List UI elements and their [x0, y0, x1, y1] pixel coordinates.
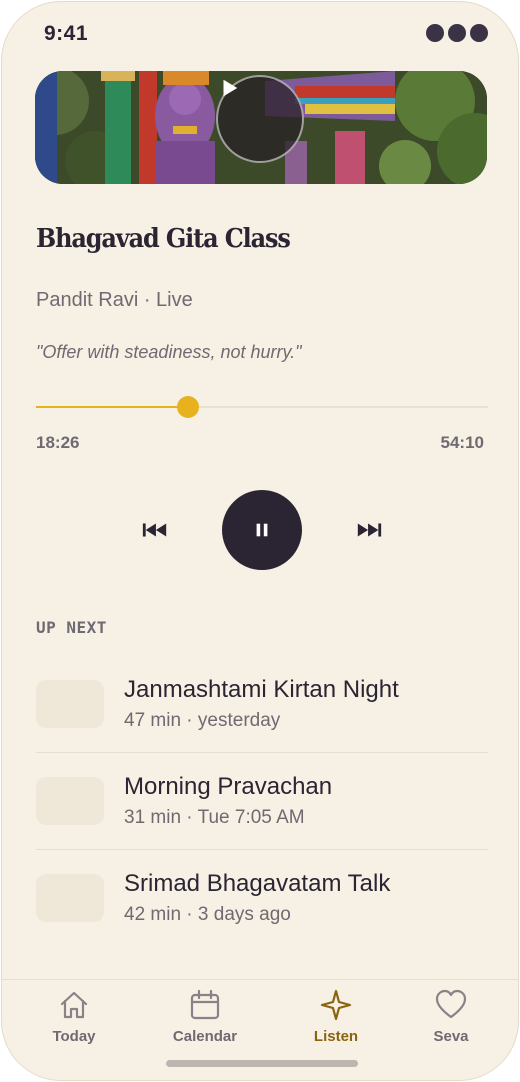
- phone-frame: 9:41 Bhagavad Gita Class Pandit Ravi · L…: [1, 1, 519, 1081]
- heart-icon: [435, 989, 467, 1019]
- pause-icon: [256, 523, 268, 537]
- track-quote: "Offer with steadiness, not hurry.": [36, 342, 302, 362]
- skip-back-icon: [142, 523, 167, 537]
- pause-button[interactable]: [222, 490, 302, 570]
- tab-label: Seva: [433, 1028, 469, 1045]
- tab-listen[interactable]: Listen: [286, 988, 386, 1052]
- tab-label: Today: [52, 1028, 96, 1045]
- calendar-icon: [190, 989, 220, 1020]
- up-next-heading: UP NEXT: [36, 618, 107, 637]
- progress-slider[interactable]: [36, 396, 488, 418]
- home-icon: [60, 991, 88, 1019]
- tab-label: Listen: [313, 1028, 359, 1045]
- home-indicator: [166, 1060, 358, 1067]
- tab-today[interactable]: Today: [24, 988, 124, 1052]
- next-button[interactable]: [354, 516, 384, 544]
- elapsed-time: 18:26: [36, 433, 80, 452]
- queue-item-meta: 47 min · yesterday: [124, 710, 281, 731]
- hero-image: [35, 71, 487, 184]
- total-time: 54:10: [440, 433, 484, 452]
- queue-item-meta: 31 min · Tue 7:05 AM: [124, 807, 305, 828]
- queue-item[interactable]: Srimad Bhagavatam Talk 42 min · 3 days a…: [36, 850, 488, 946]
- play-icon: [223, 79, 238, 97]
- queue-item[interactable]: Janmashtami Kirtan Night 47 min · yester…: [36, 656, 488, 753]
- queue-item-title: Janmashtami Kirtan Night: [124, 676, 399, 703]
- queue-thumbnail: [36, 680, 104, 728]
- queue-item[interactable]: Morning Pravachan 31 min · Tue 7:05 AM: [36, 753, 488, 850]
- progress-knob[interactable]: [176, 396, 199, 418]
- status-time: 9:41: [44, 22, 89, 45]
- progress-fill: [36, 406, 188, 408]
- queue-thumbnail: [36, 777, 104, 825]
- queue-item-title: Srimad Bhagavatam Talk: [124, 870, 391, 897]
- previous-button[interactable]: [140, 516, 170, 544]
- tab-calendar[interactable]: Calendar: [155, 988, 255, 1052]
- queue-item-title: Morning Pravachan: [124, 773, 333, 800]
- tab-seva[interactable]: Seva: [401, 988, 501, 1052]
- skip-forward-icon: [357, 523, 382, 537]
- sparkle-icon: [320, 989, 352, 1021]
- tab-label: Calendar: [172, 1028, 238, 1045]
- queue-item-meta: 42 min · 3 days ago: [124, 904, 291, 925]
- status-indicator-icon: [426, 24, 488, 42]
- track-subtitle: Pandit Ravi · Live: [36, 289, 193, 311]
- track-title: Bhagavad Gita Class: [36, 224, 291, 254]
- queue-list: Janmashtami Kirtan Night 47 min · yester…: [36, 656, 488, 946]
- queue-thumbnail: [36, 874, 104, 922]
- play-button[interactable]: [216, 75, 304, 163]
